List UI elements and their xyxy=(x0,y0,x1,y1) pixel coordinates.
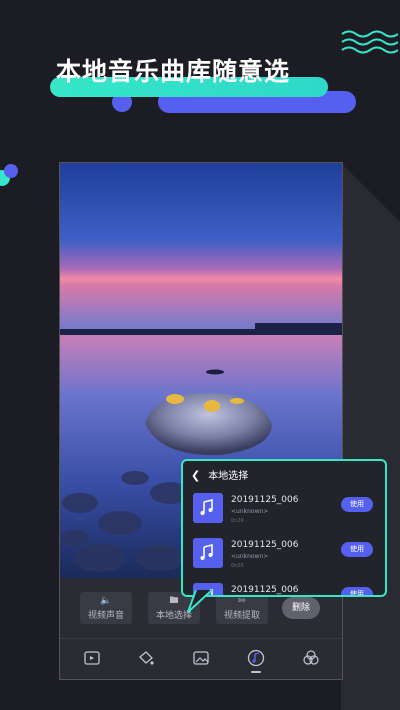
use-button[interactable]: 使用 xyxy=(341,542,373,557)
song-item[interactable]: 20191125_006 <unknown> 0n26 使用 xyxy=(191,493,377,537)
use-button[interactable]: 使用 xyxy=(341,587,373,595)
popup-header: ❮ 本地选择 xyxy=(191,469,248,483)
song-artist: <unknown> xyxy=(231,508,269,515)
video-audio-label: 视频声音 xyxy=(87,611,124,621)
popup-title: 本地选择 xyxy=(208,471,249,482)
paint-bucket-icon[interactable] xyxy=(137,649,155,667)
music-disc-icon[interactable] xyxy=(247,649,265,667)
bottom-navigation xyxy=(60,638,342,679)
image-icon[interactable] xyxy=(192,649,210,667)
use-button[interactable]: 使用 xyxy=(341,497,373,512)
song-artist: <unknown> xyxy=(231,553,269,560)
music-note-icon xyxy=(193,493,223,523)
headline: 本地音乐曲库随意选 xyxy=(56,57,291,86)
video-extract-label: 视频提取 xyxy=(223,611,260,621)
delete-button[interactable]: 删除 xyxy=(282,597,320,619)
wave-decoration-icon xyxy=(341,30,398,54)
song-meta: 0n26 xyxy=(231,563,244,569)
video-add-icon[interactable] xyxy=(83,649,101,667)
video-audio-button[interactable]: 🔈 视频声音 xyxy=(80,592,132,624)
filter-icon[interactable] xyxy=(302,649,320,667)
active-indicator xyxy=(251,671,261,673)
local-select-popup: ❮ 本地选择 20191125_006 <unknown> 0n26 使用 201… xyxy=(181,459,387,597)
callout-pointer xyxy=(187,590,213,613)
decor-dot xyxy=(4,164,18,178)
back-arrow-icon[interactable]: ❮ xyxy=(191,469,200,483)
speaker-icon: 🔈 xyxy=(100,596,112,606)
song-title: 20191125_006 xyxy=(231,585,299,595)
song-item[interactable]: 20191125_006 <unknown> 0n26 使用 xyxy=(191,538,377,582)
song-title: 20191125_006 xyxy=(231,540,299,550)
song-title: 20191125_006 xyxy=(231,495,299,505)
song-meta: 0n26 xyxy=(231,518,244,524)
music-note-icon xyxy=(193,538,223,568)
